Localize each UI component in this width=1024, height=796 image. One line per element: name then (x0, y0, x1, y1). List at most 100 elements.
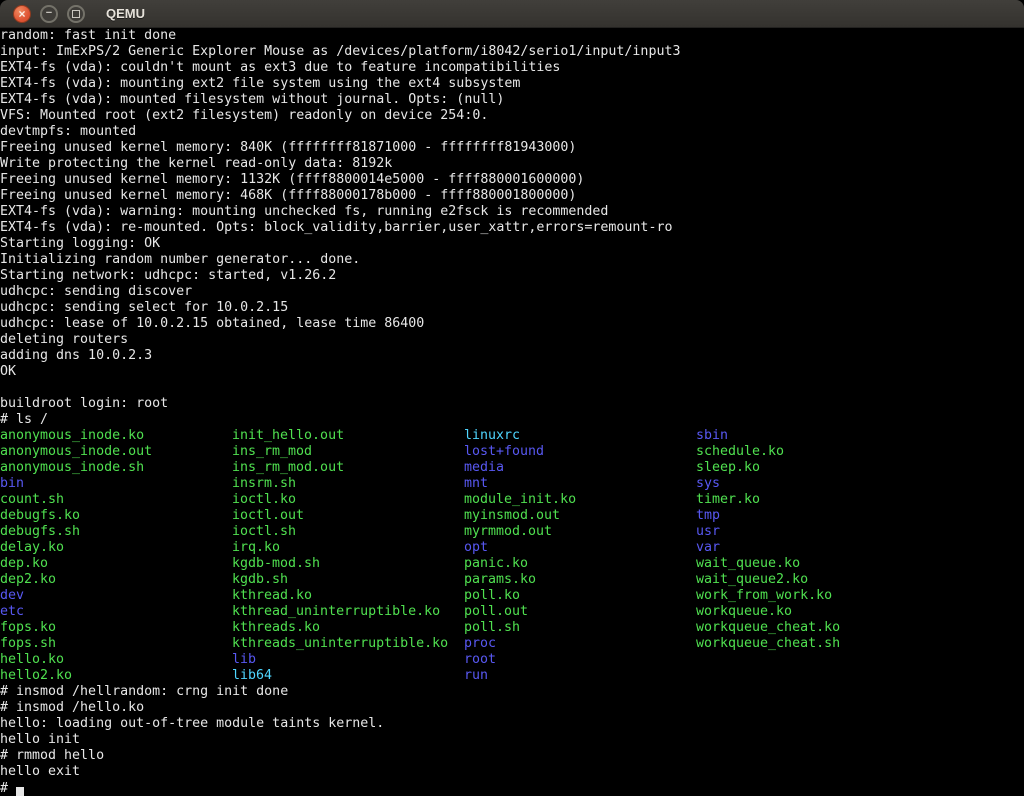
ls-entry: workqueue.ko (696, 604, 928, 620)
ls-entry: var (696, 540, 928, 556)
ls-entry: kthread.ko (232, 588, 464, 604)
ls-entry: init_hello.out (232, 428, 464, 444)
terminal-line: EXT4-fs (vda): warning: mounting uncheck… (0, 204, 1024, 220)
terminal-line: EXT4-fs (vda): mounting ext2 file system… (0, 76, 1024, 92)
terminal-line: udhcpc: sending discover (0, 284, 1024, 300)
ls-entry: ioctl.ko (232, 492, 464, 508)
window-title: QEMU (106, 6, 145, 21)
minimize-icon: − (46, 8, 52, 19)
ls-entry: count.sh (0, 492, 232, 508)
ls-entry: etc (0, 604, 232, 620)
ls-entry: sleep.ko (696, 460, 928, 476)
terminal-line: # ls / (0, 412, 1024, 428)
ls-entry: schedule.ko (696, 444, 928, 460)
ls-entry: anonymous_inode.out (0, 444, 232, 460)
ls-entry: usr (696, 524, 928, 540)
ls-entry: kgdb-mod.sh (232, 556, 464, 572)
ls-entry: lib (232, 652, 464, 668)
terminal-line: devtmpfs: mounted (0, 124, 1024, 140)
terminal-screen[interactable]: random: fast init doneinput: ImExPS/2 Ge… (0, 28, 1024, 796)
terminal-line: Starting network: udhcpc: started, v1.26… (0, 268, 1024, 284)
ls-entry: kthread_uninterruptible.ko (232, 604, 464, 620)
window-titlebar[interactable]: × − QEMU (0, 0, 1024, 28)
terminal-line: random: fast init done (0, 28, 1024, 44)
terminal-line: deleting routers (0, 332, 1024, 348)
ls-entry: proc (464, 636, 696, 652)
ls-entry: workqueue_cheat.sh (696, 636, 928, 652)
ls-entry: sys (696, 476, 928, 492)
ls-entry: fops.sh (0, 636, 232, 652)
ls-entry: params.ko (464, 572, 696, 588)
ls-entry: work_from_work.ko (696, 588, 928, 604)
boot-log: random: fast init doneinput: ImExPS/2 Ge… (0, 28, 1024, 428)
ls-entry: debugfs.ko (0, 508, 232, 524)
terminal-line: hello init (0, 732, 1024, 748)
ls-entry: dep2.ko (0, 572, 232, 588)
terminal-line: hello exit (0, 764, 1024, 780)
ls-entry: wait_queue.ko (696, 556, 928, 572)
ls-entry: myrmmod.out (464, 524, 696, 540)
maximize-icon (72, 10, 80, 18)
terminal-line: Freeing unused kernel memory: 1132K (fff… (0, 172, 1024, 188)
close-icon: × (18, 8, 25, 20)
ls-entry: timer.ko (696, 492, 928, 508)
ls-entry: poll.ko (464, 588, 696, 604)
terminal-line: # rmmod hello (0, 748, 1024, 764)
terminal-line: Write protecting the kernel read-only da… (0, 156, 1024, 172)
ls-entry: dep.ko (0, 556, 232, 572)
terminal-line: Starting logging: OK (0, 236, 1024, 252)
terminal-line: EXT4-fs (vda): re-mounted. Opts: block_v… (0, 220, 1024, 236)
text-cursor (16, 787, 24, 796)
terminal-line: adding dns 10.0.2.3 (0, 348, 1024, 364)
ls-entry: ins_rm_mod.out (232, 460, 464, 476)
ls-entry: hello.ko (0, 652, 232, 668)
ls-entry: tmp (696, 508, 928, 524)
terminal-line: OK (0, 364, 1024, 380)
ls-entry: hello2.ko (0, 668, 232, 684)
ls-entry: ioctl.sh (232, 524, 464, 540)
ls-entry: ioctl.out (232, 508, 464, 524)
terminal-line: input: ImExPS/2 Generic Explorer Mouse a… (0, 44, 1024, 60)
window-close-button[interactable]: × (13, 5, 31, 23)
ls-entry: lost+found (464, 444, 696, 460)
ls-entry: delay.ko (0, 540, 232, 556)
shell-prompt: # (0, 781, 16, 796)
terminal-line: Initializing random number generator... … (0, 252, 1024, 268)
ls-entry: myinsmod.out (464, 508, 696, 524)
ls-entry: mnt (464, 476, 696, 492)
window-maximize-button[interactable] (67, 5, 85, 23)
terminal-line: hello: loading out-of-tree module taints… (0, 716, 1024, 732)
ls-entry: wait_queue2.ko (696, 572, 928, 588)
ls-entry: poll.out (464, 604, 696, 620)
terminal-line: EXT4-fs (vda): couldn't mount as ext3 du… (0, 60, 1024, 76)
terminal-line: VFS: Mounted root (ext2 filesystem) read… (0, 108, 1024, 124)
ls-entry: irq.ko (232, 540, 464, 556)
ls-entry: insrm.sh (232, 476, 464, 492)
ls-entry: fops.ko (0, 620, 232, 636)
ls-entry: media (464, 460, 696, 476)
ls-entry: kthreads.ko (232, 620, 464, 636)
terminal-line: udhcpc: lease of 10.0.2.15 obtained, lea… (0, 316, 1024, 332)
ls-entry: anonymous_inode.sh (0, 460, 232, 476)
terminal-line: Freeing unused kernel memory: 468K (ffff… (0, 188, 1024, 204)
terminal-line (0, 380, 1024, 396)
ls-entry: kgdb.sh (232, 572, 464, 588)
shell-log: # insmod /hellrandom: crng init done# in… (0, 684, 1024, 780)
shell-prompt-line: # (0, 780, 1024, 796)
terminal-line: EXT4-fs (vda): mounted filesystem withou… (0, 92, 1024, 108)
ls-entry: module_init.ko (464, 492, 696, 508)
terminal-line: # insmod /hellrandom: crng init done (0, 684, 1024, 700)
terminal-line: # insmod /hello.ko (0, 700, 1024, 716)
terminal-line: buildroot login: root (0, 396, 1024, 412)
ls-entry: run (464, 668, 696, 684)
ls-entry: debugfs.sh (0, 524, 232, 540)
ls-entry: bin (0, 476, 232, 492)
ls-entry: sbin (696, 428, 928, 444)
ls-entry: poll.sh (464, 620, 696, 636)
ls-entry: kthreads_uninterruptible.ko (232, 636, 464, 652)
ls-entry: lib64 (232, 668, 464, 684)
ls-entry: dev (0, 588, 232, 604)
ls-entry: panic.ko (464, 556, 696, 572)
window-minimize-button[interactable]: − (40, 5, 58, 23)
ls-entry: ins_rm_mod (232, 444, 464, 460)
